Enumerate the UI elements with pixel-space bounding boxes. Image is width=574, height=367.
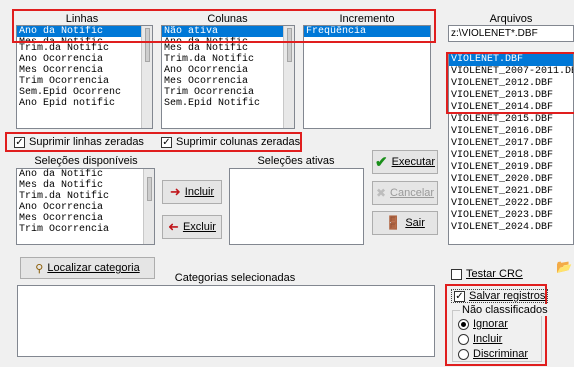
suprimir-linhas-label: Suprimir linhas zeradas — [29, 136, 144, 148]
list-item[interactable]: VIOLENET_2024.DBF — [449, 222, 573, 234]
list-item[interactable]: Mes da Notific — [17, 180, 154, 191]
search-binoculars-icon: ⚲ — [35, 262, 44, 275]
list-item[interactable]: Sem.Epid Ocorrenc — [17, 87, 152, 98]
arrow-right-icon: ➜ — [169, 184, 181, 199]
list-item[interactable]: VIOLENET_2018.DBF — [449, 150, 573, 162]
radio-unselected-icon[interactable] — [458, 333, 469, 345]
list-item[interactable]: Mes da Notific — [162, 43, 294, 54]
list-item[interactable]: Trim Ocorrencia — [17, 76, 152, 87]
selecoes-disponiveis-header: Seleções disponíveis — [34, 155, 138, 167]
radio-unselected-icon[interactable] — [458, 348, 469, 360]
sair-button[interactable]: 🚪 Sair — [372, 211, 438, 235]
selecoes-disponiveis-list[interactable]: Ano da Notific Mes da Notific Trim.da No… — [16, 168, 155, 245]
list-item[interactable]: Ano Ocorrencia — [162, 65, 294, 76]
radio-discriminar[interactable]: Discriminar — [458, 348, 528, 360]
selecoes-scrollbar[interactable] — [143, 169, 154, 244]
localizar-categoria-button[interactable]: ⚲ Localizar categoria — [20, 257, 155, 279]
list-item[interactable]: Trim Ocorrencia — [17, 224, 154, 235]
testar-crc-checkbox[interactable]: Testar CRC — [451, 268, 523, 280]
salvar-registros-checkbox[interactable]: ✓ Salvar registros — [451, 289, 549, 303]
list-item[interactable]: VIOLENET_2021.DBF — [449, 186, 573, 198]
categorias-selecionadas-header: Categorias selecionadas — [174, 272, 296, 284]
checkmark-icon: ✔ — [375, 154, 388, 171]
open-folder-icon: 📂 — [556, 258, 573, 274]
cancel-x-icon: ✖ — [375, 186, 387, 200]
list-item[interactable]: Trim Ocorrencia — [162, 87, 294, 98]
list-item[interactable]: Ano Ocorrencia — [17, 54, 152, 65]
testar-crc-label: Testar CRC — [466, 268, 523, 280]
list-item[interactable]: Ano da Notific — [17, 169, 154, 180]
list-item[interactable]: Mes Ocorrencia — [17, 213, 154, 224]
list-item[interactable]: Ano Epid notific — [17, 98, 152, 109]
checkbox-checked-icon[interactable]: ✓ — [454, 290, 465, 302]
list-item[interactable]: VIOLENET_2019.DBF — [449, 162, 573, 174]
list-item[interactable]: VIOLENET_2020.DBF — [449, 174, 573, 186]
open-folder-button[interactable]: 📂 — [555, 258, 574, 275]
arquivos-path-input[interactable]: z:\VIOLENET*.DBF — [448, 25, 574, 42]
checkbox-checked-icon[interactable]: ✓ — [161, 136, 172, 148]
excluir-button[interactable]: ➜ Excluir — [162, 215, 222, 239]
checkbox-unchecked-icon[interactable] — [451, 268, 462, 280]
checkbox-checked-icon[interactable]: ✓ — [14, 136, 25, 148]
suprimir-colunas-label: Suprimir colunas zeradas — [176, 136, 301, 148]
list-item[interactable]: Trim.da Notific — [17, 191, 154, 202]
radio-incluir[interactable]: Incluir — [458, 333, 502, 345]
arrow-left-icon: ➜ — [168, 219, 179, 234]
categorias-selecionadas-list[interactable] — [17, 285, 435, 357]
exit-door-icon: 🚪 — [385, 215, 402, 230]
suprimir-colunas-checkbox[interactable]: ✓ Suprimir colunas zeradas — [161, 136, 300, 148]
list-item[interactable]: VIOLENET_2017.DBF — [449, 138, 573, 150]
nao-classificados-label: Não classificados — [460, 304, 550, 316]
list-item[interactable]: Mes Ocorrencia — [17, 65, 152, 76]
list-item[interactable]: VIOLENET_2015.DBF — [449, 114, 573, 126]
radio-ignorar[interactable]: Ignorar — [458, 318, 508, 330]
list-item[interactable]: Sem.Epid Notific — [162, 98, 294, 109]
salvar-registros-label: Salvar registros — [469, 290, 546, 302]
suprimir-linhas-checkbox[interactable]: ✓ Suprimir linhas zeradas — [14, 136, 144, 148]
highlight-box-files — [446, 52, 574, 114]
arquivos-header: Arquivos — [489, 13, 533, 25]
highlight-box-lists — [12, 9, 436, 43]
list-item[interactable]: Trim.da Notific — [162, 54, 294, 65]
list-item[interactable]: Trim.da Notific — [17, 43, 152, 54]
incluir-button[interactable]: ➜ Incluir — [162, 180, 222, 204]
cancelar-button[interactable]: ✖ Cancelar — [372, 181, 438, 205]
list-item[interactable]: Ano Ocorrencia — [17, 202, 154, 213]
selecoes-ativas-list[interactable] — [229, 168, 364, 245]
list-item[interactable]: VIOLENET_2016.DBF — [449, 126, 573, 138]
list-item[interactable]: VIOLENET_2023.DBF — [449, 210, 573, 222]
list-item[interactable]: Mes Ocorrencia — [162, 76, 294, 87]
executar-button[interactable]: ✔ Executar — [372, 150, 438, 174]
radio-selected-icon[interactable] — [458, 318, 469, 330]
selecoes-ativas-header: Seleções ativas — [257, 155, 335, 167]
list-item[interactable]: VIOLENET_2022.DBF — [449, 198, 573, 210]
